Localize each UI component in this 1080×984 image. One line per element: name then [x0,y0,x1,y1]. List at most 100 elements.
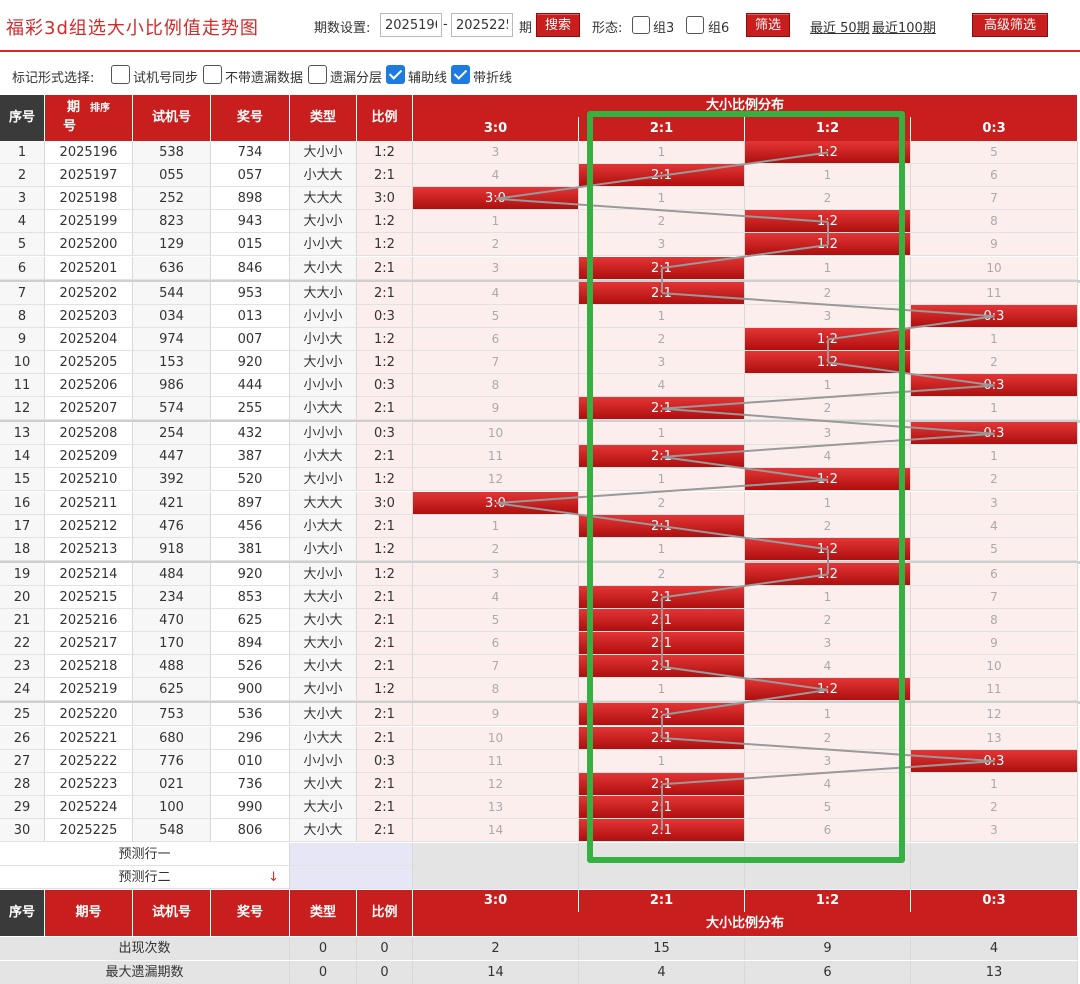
prediction-input[interactable] [290,866,413,889]
omission-cell: 1 [745,164,911,188]
group6-label: 组6 [708,21,730,36]
omission-cell: 10 [413,422,579,446]
row-trial: 636 [133,256,211,280]
row-trial: 476 [133,514,211,538]
hit-cell: 0:3 [911,374,1078,398]
omission-cell: 2 [745,609,911,633]
row-trial: 625 [133,678,211,702]
no-omission-checkbox[interactable] [203,65,222,84]
row-ratio: 1:2 [357,233,413,257]
prediction-input[interactable] [290,843,413,866]
row-type: 大大小 [290,281,357,305]
row-trial: 776 [133,749,211,773]
omission-cell: 12 [413,772,579,796]
omission-cell: 2 [745,281,911,305]
aux-line-checkbox[interactable] [386,65,405,84]
period-header-char1: 期 [66,100,80,115]
group6-checkbox[interactable] [686,16,704,34]
prediction-cell[interactable] [745,843,911,866]
prediction-row-2[interactable]: 预测行二 ↓ [0,866,290,889]
omission-cell: 6 [911,164,1078,188]
omission-cell: 3 [745,422,911,446]
prediction-cell[interactable] [579,866,745,889]
row-trial: 447 [133,445,211,469]
row-draw: 444 [211,374,290,398]
trend-segment [661,737,995,763]
group-separator [0,560,1080,564]
omission-cell: 1 [579,422,745,446]
period-from-input[interactable] [380,13,442,37]
row-draw: 255 [211,397,290,421]
row-type: 大小大 [290,256,357,280]
omission-cell: 11 [413,445,579,469]
prediction-row-1[interactable]: 预测行一 [0,843,290,866]
header-draw: 奖号 [211,95,290,141]
row-index: 28 [0,772,45,796]
row-type: 小大小 [290,537,357,561]
row-index: 27 [0,749,45,773]
search-button[interactable]: 搜索 [536,13,580,37]
omission-cell: 12 [911,703,1078,727]
row-period: 2025200 [45,233,133,257]
aux-line-label: 辅助线 [408,71,448,86]
row-period: 2025217 [45,632,133,656]
arrow-down-icon[interactable]: ↓ [268,866,279,888]
prediction-cell[interactable] [413,866,579,889]
row-type: 大大小 [290,795,357,819]
group-separator [0,279,1080,283]
row-type: 小大大 [290,514,357,538]
prediction-cell[interactable] [745,866,911,889]
row-index: 11 [0,374,45,398]
polyline-checkbox[interactable] [451,65,470,84]
row-period: 2025215 [45,585,133,609]
row-index: 22 [0,632,45,656]
sync-trial-checkbox[interactable] [111,65,130,84]
omission-cell: 8 [911,609,1078,633]
row-type: 大大小 [290,585,357,609]
filter-button[interactable]: 筛选 [746,13,790,37]
row-draw: 898 [211,187,290,211]
no-omission-label: 不带遗漏数据 [225,71,304,86]
omission-cell: 1 [579,141,745,165]
hit-cell: 2:1 [579,281,745,305]
row-draw: 625 [211,609,290,633]
prediction-cell[interactable] [413,843,579,866]
omission-cell: 5 [911,141,1078,165]
group-separator [0,701,1080,705]
highlight-box [587,111,905,863]
row-period: 2025212 [45,514,133,538]
row-type: 小大大 [290,445,357,469]
omission-cell: 6 [413,327,579,351]
recent-50-link[interactable]: 最近 50期 [810,17,870,36]
prediction-cell[interactable] [911,866,1078,889]
stat-value: 9 [745,937,911,960]
row-period: 2025209 [45,445,133,469]
prediction-cell[interactable] [579,843,745,866]
omission-cell: 2 [579,562,745,586]
trend-segment [661,432,995,458]
row-index: 15 [0,468,45,492]
row-period: 2025206 [45,374,133,398]
omission-cell: 11 [911,281,1078,305]
row-period: 2025223 [45,772,133,796]
row-type: 大小大 [290,703,357,727]
group3-checkbox[interactable] [632,16,650,34]
sort-button[interactable]: 排序 [90,103,110,114]
omission-cell: 2 [745,726,911,750]
trend-segment [661,688,829,716]
prediction-cell[interactable] [911,843,1078,866]
omission-cell: 9 [911,233,1078,257]
advanced-filter-button[interactable]: 高级筛选 [972,13,1048,37]
row-index: 30 [0,818,45,842]
recent-100-link[interactable]: 最近100期 [872,17,936,36]
omission-cell: 8 [413,678,579,702]
period-to-input[interactable] [451,13,513,37]
omission-layer-checkbox[interactable] [308,65,327,84]
row-draw: 526 [211,655,290,679]
row-draw: 432 [211,422,290,446]
row-index: 9 [0,327,45,351]
trend-segment [661,525,829,551]
omission-cell: 3 [579,233,745,257]
omission-cell: 1 [911,772,1078,796]
trend-segment [661,665,829,691]
